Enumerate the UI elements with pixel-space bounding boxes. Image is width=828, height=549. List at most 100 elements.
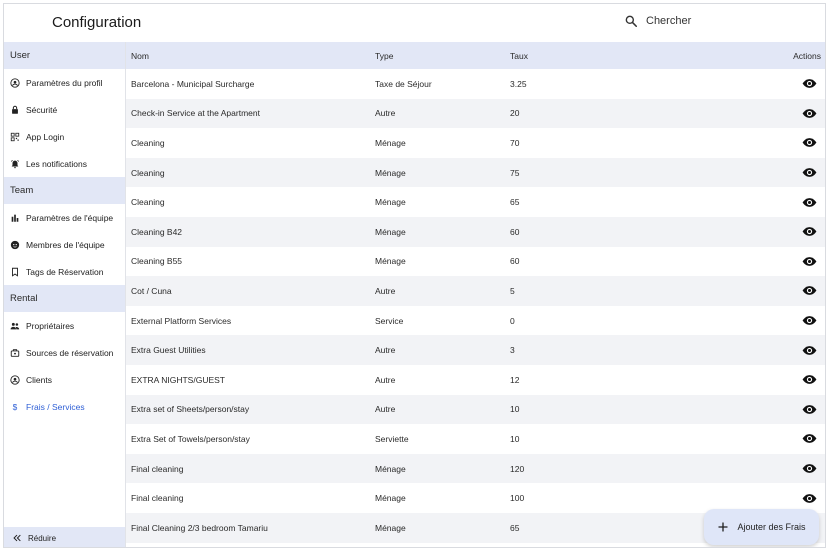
sidebar-item-clients[interactable]: Clients <box>4 366 125 393</box>
sidebar-item-notifications[interactable]: Les notifications <box>4 150 125 177</box>
table-row[interactable]: EXTRA NIGHTS/GUEST Autre 12 <box>126 364 825 395</box>
view-button[interactable] <box>690 395 825 425</box>
cell-rate: 5 <box>510 285 515 296</box>
collapse-sidebar-button[interactable]: Réduire <box>4 527 125 547</box>
table-row[interactable]: Check-in Service at the Apartment Autre 20 <box>126 98 825 129</box>
view-button[interactable] <box>690 424 825 454</box>
collapse-label: Réduire <box>28 533 57 543</box>
view-button[interactable] <box>690 306 825 336</box>
sidebar-item-label: Les notifications <box>26 158 87 169</box>
table-row[interactable]: Final cleaning Ménage 120 <box>126 453 825 484</box>
view-button[interactable] <box>690 187 825 217</box>
view-button[interactable] <box>690 454 825 484</box>
cell-type: Autre <box>375 374 396 385</box>
sidebar-item-booking-sources[interactable]: Sources de réservation <box>4 339 125 366</box>
alarm-icon <box>10 159 20 168</box>
cell-type: Autre <box>375 108 396 119</box>
sidebar-item-profile-settings[interactable]: Paramètres du profil <box>4 69 125 96</box>
table-row[interactable]: Cot / Cuna Autre 5 <box>126 276 825 306</box>
eye-icon <box>802 227 817 237</box>
table-row[interactable]: Cleaning Ménage 75 <box>126 157 825 188</box>
sidebar-item-security[interactable]: Sécurité <box>4 96 125 123</box>
cell-rate: 60 <box>510 226 520 237</box>
sidebar-item-booking-tags[interactable]: Tags de Réservation <box>4 258 125 285</box>
view-button[interactable] <box>690 276 825 306</box>
sidebar-item-owners[interactable]: Propriétaires <box>4 312 125 339</box>
table-row[interactable]: Barcelona - Municipal Surcharge Taxe de S… <box>126 69 825 99</box>
view-button[interactable] <box>690 217 825 247</box>
sidebar-item-label: Sécurité <box>26 104 58 115</box>
cell-rate: 3 <box>510 345 515 356</box>
search-placeholder[interactable]: Chercher <box>646 15 691 27</box>
eye-icon <box>802 464 817 473</box>
table-row[interactable]: Cleaning B55 Ménage 60 <box>126 246 825 277</box>
sidebar-item-label: Clients <box>26 374 52 385</box>
sidebar-item-team-members[interactable]: Membres de l'équipe <box>4 231 125 258</box>
sidebar-item-label: Membres de l'équipe <box>26 239 105 250</box>
cell-rate: 65 <box>510 197 520 208</box>
sidebar-item-label: Tags de Réservation <box>26 266 104 277</box>
cell-name: Extra Guest Utilities <box>131 345 206 356</box>
cell-type: Ménage <box>375 137 406 148</box>
sidebar-section-team: Team <box>4 177 125 204</box>
table-row[interactable]: Extra Set of Towels/person/stay Serviette… <box>126 424 825 454</box>
column-header-name[interactable]: Nom <box>126 42 375 69</box>
cell-name: EXTRA NIGHTS/GUEST <box>131 374 225 385</box>
svg-text:$: $ <box>13 402 18 412</box>
cell-type: Service <box>375 315 404 326</box>
cell-rate: 10 <box>510 404 520 415</box>
cell-name: Cot / Cuna <box>131 285 172 296</box>
people-icon <box>10 322 20 329</box>
eye-icon <box>802 404 817 414</box>
cell-name: Cleaning <box>131 167 165 178</box>
cell-name: Final Cleaning 2/3 bedroom Tamariu <box>131 522 268 533</box>
table-row[interactable]: Extra set of Sheets/person/stay Autre 10 <box>126 394 825 425</box>
eye-icon <box>802 109 817 118</box>
view-button[interactable] <box>690 247 825 277</box>
add-fee-button[interactable]: Ajouter des Frais <box>704 509 819 545</box>
eye-icon <box>802 79 817 89</box>
table-row[interactable]: External Platform Services Service 0 <box>126 305 825 336</box>
view-button[interactable] <box>690 99 825 129</box>
cell-type: Autre <box>375 404 396 415</box>
view-button[interactable] <box>690 335 825 365</box>
sidebar-item-team-settings[interactable]: Paramètres de l'équipe <box>4 204 125 231</box>
cell-rate: 0 <box>510 315 515 326</box>
cell-rate: 120 <box>510 463 525 474</box>
cell-name: Final cleaning <box>131 493 184 504</box>
sidebar-section-rental: Rental <box>4 285 125 312</box>
dollar-icon: $ <box>13 402 18 412</box>
cell-type: Ménage <box>375 226 406 237</box>
fees-table-container[interactable]: Nom Type Taux Actions Barcelona - Munici… <box>126 42 825 547</box>
column-header-type[interactable]: Type <box>375 42 510 69</box>
cell-name: Check-in Service at the Apartment <box>131 108 260 119</box>
sidebar-item-fees-services[interactable]: $ Frais / Services <box>4 393 125 420</box>
view-button[interactable] <box>690 128 825 158</box>
table-row[interactable]: Extra Guest Utilities Autre 3 <box>126 335 825 365</box>
page-title: Configuration <box>52 14 142 31</box>
cell-name: Cleaning <box>131 137 165 148</box>
eye-icon <box>802 286 817 296</box>
cell-name: Cleaning <box>131 197 165 208</box>
source-icon <box>10 348 20 357</box>
table-row[interactable]: Cleaning Ménage 65 <box>126 187 825 217</box>
cell-rate: 12 <box>510 374 520 385</box>
search-bar[interactable]: Chercher <box>624 14 691 28</box>
table-row[interactable]: Cleaning Ménage 70 <box>126 128 825 158</box>
sidebar-item-label: Paramètres de l'équipe <box>26 212 114 223</box>
eye-icon <box>802 168 817 177</box>
table-header-row: Nom Type Taux Actions <box>126 42 825 69</box>
cell-name: Barcelona - Municipal Surcharge <box>131 78 255 89</box>
cell-rate: 100 <box>510 493 525 504</box>
view-button[interactable] <box>690 158 825 188</box>
table-row[interactable]: Cleaning B42 Ménage 60 <box>126 216 825 247</box>
column-header-rate[interactable]: Taux <box>510 42 690 69</box>
cell-rate: 75 <box>510 167 520 178</box>
view-button[interactable] <box>690 69 825 99</box>
view-button[interactable] <box>690 365 825 395</box>
bar-chart-icon <box>11 214 19 222</box>
sidebar-item-app-login[interactable]: App Login <box>4 123 125 150</box>
cell-type: Ménage <box>375 522 406 533</box>
face-icon <box>10 240 20 249</box>
cell-rate: 10 <box>510 433 520 444</box>
